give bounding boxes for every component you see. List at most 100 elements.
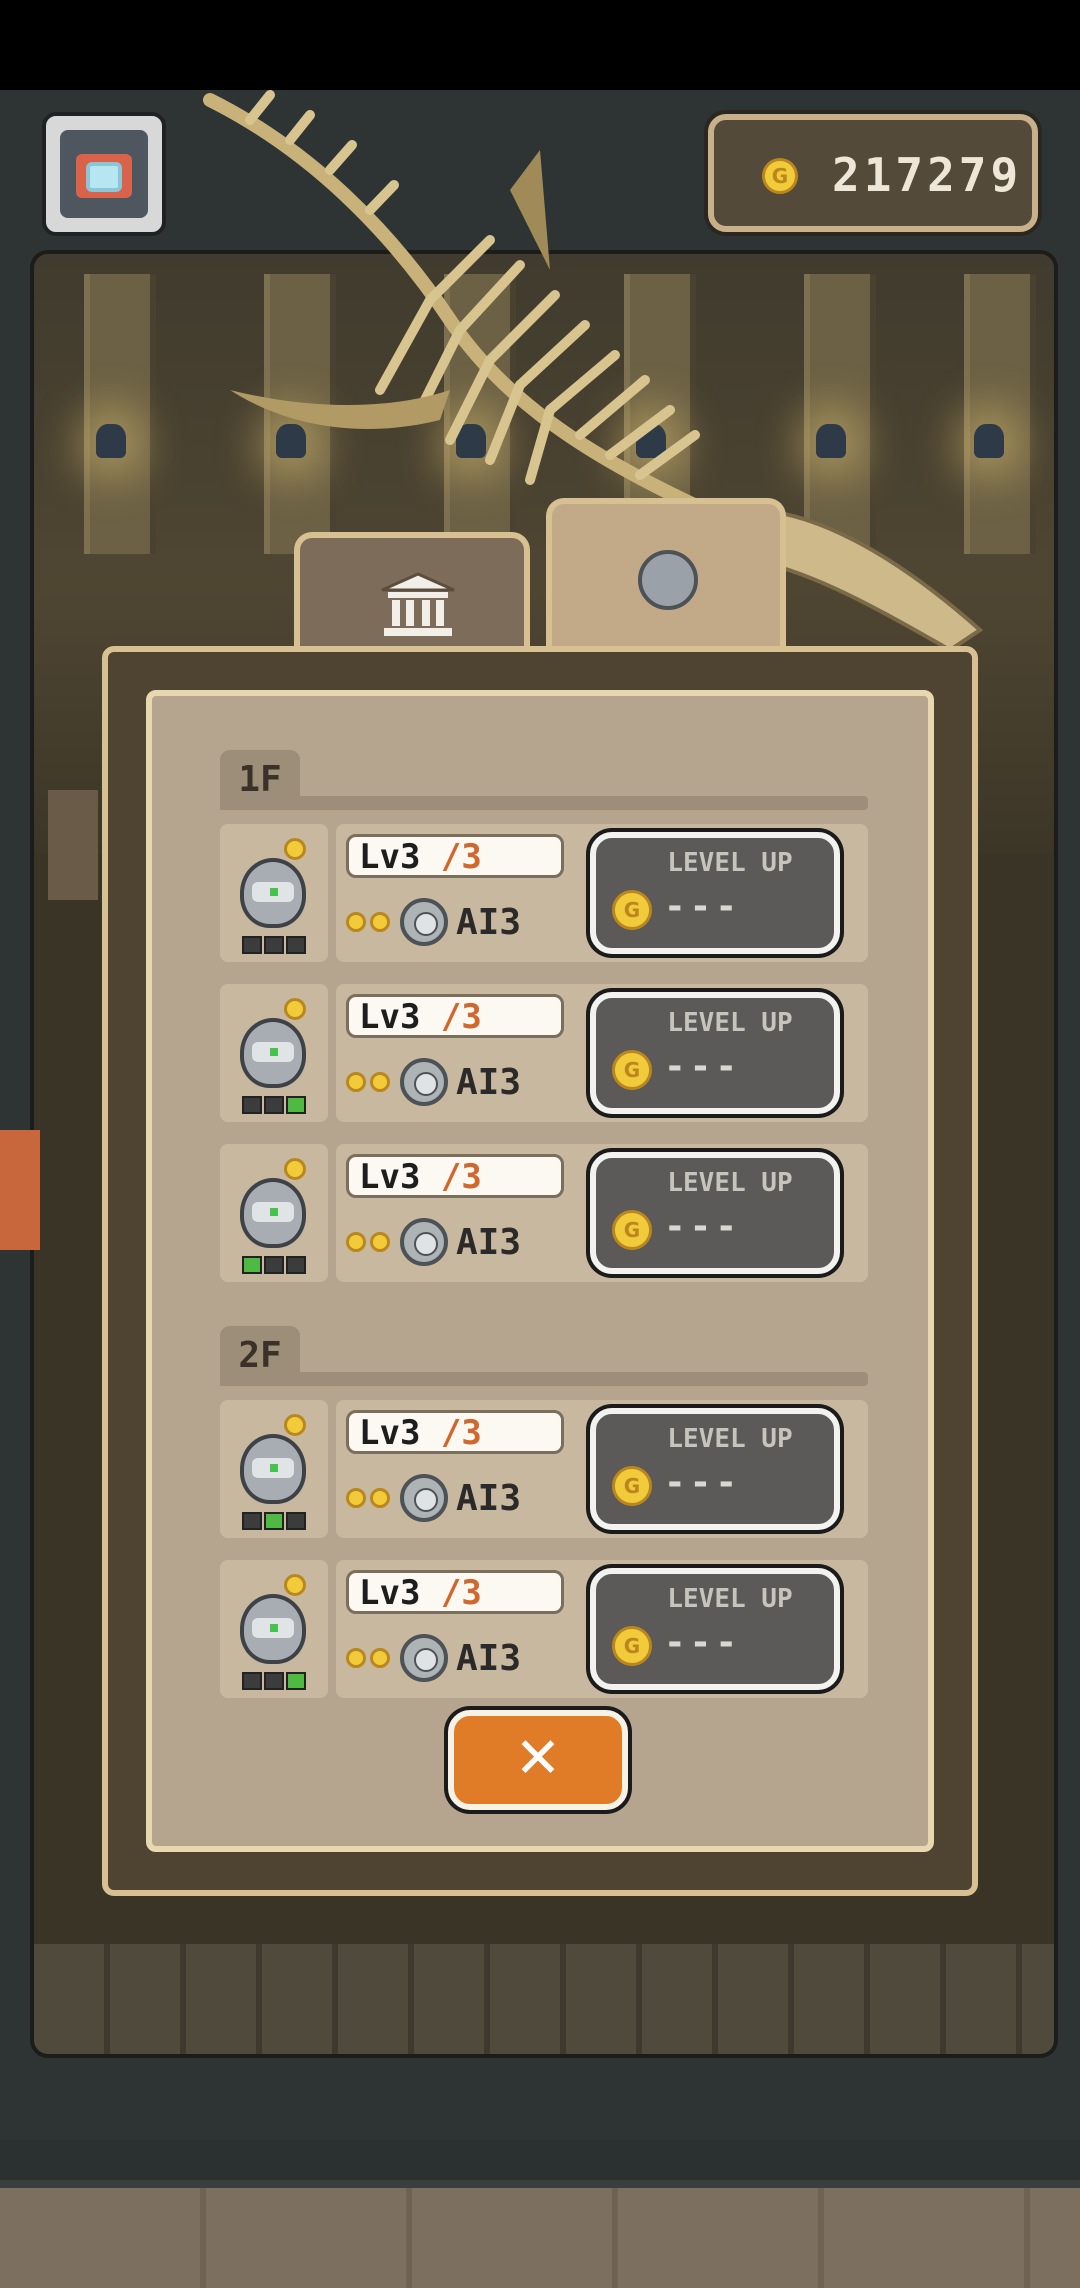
level-max: /3	[440, 997, 482, 1037]
coin-icon: G	[612, 890, 652, 930]
museum-icon	[381, 572, 455, 636]
level-up-button[interactable]: LEVEL UP G ---	[590, 832, 840, 954]
level-value: Lv3	[359, 1157, 421, 1197]
level-display: Lv3 /3	[346, 1410, 564, 1454]
level-up-button[interactable]: LEVEL UP G ---	[590, 1152, 840, 1274]
robot-info: Lv3 /3 AI3 LEVEL UP G ---	[336, 1560, 868, 1698]
coin-icon: G	[612, 1466, 652, 1506]
lamp-icon	[96, 424, 126, 458]
robot-status-dots	[242, 1672, 308, 1690]
hall-floor	[34, 1944, 1054, 2054]
status-dot	[264, 1512, 284, 1530]
level-up-price: ---	[664, 1622, 742, 1663]
robot-row: Lv3 /3 AI3 LEVEL UP G ---	[220, 1560, 868, 1698]
tab-museum[interactable]	[294, 532, 530, 662]
level-max: /3	[440, 1573, 482, 1613]
status-dot	[286, 1096, 306, 1114]
camera-icon	[60, 130, 148, 218]
status-dot	[286, 1672, 306, 1690]
status-dot	[286, 936, 306, 954]
visitor-character	[0, 1130, 40, 1250]
level-value: Lv3	[359, 1573, 421, 1613]
level-max: /3	[440, 1157, 482, 1197]
level-up-label: LEVEL UP	[667, 1424, 793, 1454]
camera-button[interactable]	[42, 112, 166, 236]
ai-stat: AI3	[346, 898, 546, 946]
ai-level: AI3	[456, 902, 522, 943]
robot-portrait	[220, 984, 328, 1122]
level-up-label: LEVEL UP	[667, 1584, 793, 1614]
floor-divider	[220, 796, 868, 810]
gear-icon	[400, 1058, 448, 1106]
level-display: Lv3 /3	[346, 834, 564, 878]
camera-lens	[86, 162, 122, 192]
upgrade-panel: 1F Lv3 /3 AI3 LEVEL UP G --- Lv3 /3 AI3 …	[102, 646, 978, 1896]
status-dot	[264, 936, 284, 954]
level-up-label: LEVEL UP	[667, 1008, 793, 1038]
status-dot	[242, 1096, 262, 1114]
gear-icon	[400, 1634, 448, 1682]
robot-icon	[240, 1178, 306, 1248]
robot-row: Lv3 /3 AI3 LEVEL UP G ---	[220, 1144, 868, 1282]
robot-row: Lv3 /3 AI3 LEVEL UP G ---	[220, 1400, 868, 1538]
level-display: Lv3 /3	[346, 994, 564, 1038]
level-up-price: ---	[664, 1046, 742, 1087]
floor-divider	[220, 1372, 868, 1386]
level-up-button[interactable]: LEVEL UP G ---	[590, 1568, 840, 1690]
gear-icon	[400, 898, 448, 946]
coin-icon	[370, 1232, 390, 1252]
coin-spark-icon	[284, 1414, 306, 1436]
status-dot	[286, 1512, 306, 1530]
robot-icon	[240, 1434, 306, 1504]
coin-icon	[370, 1072, 390, 1092]
robot-portrait	[220, 824, 328, 962]
ai-stat: AI3	[346, 1218, 546, 1266]
robot-status-dots	[242, 1256, 308, 1274]
tab-robot[interactable]	[546, 498, 786, 658]
level-value: Lv3	[359, 837, 421, 877]
status-bar	[0, 0, 1080, 90]
level-up-price: ---	[664, 1462, 742, 1503]
gear-icon	[400, 1474, 448, 1522]
coin-spark-icon	[284, 1158, 306, 1180]
level-up-button[interactable]: LEVEL UP G ---	[590, 1408, 840, 1530]
status-dot	[286, 1256, 306, 1274]
level-up-button[interactable]: LEVEL UP G ---	[590, 992, 840, 1114]
robot-info: Lv3 /3 AI3 LEVEL UP G ---	[336, 1400, 868, 1538]
close-button[interactable]: ✕	[448, 1710, 628, 1810]
ai-level: AI3	[456, 1222, 522, 1263]
pillar	[84, 274, 156, 554]
level-display: Lv3 /3	[346, 1570, 564, 1614]
level-max: /3	[440, 1413, 482, 1453]
robot-status-dots	[242, 936, 308, 954]
status-dot	[264, 1096, 284, 1114]
robot-icon	[240, 1018, 306, 1088]
coin-counter: G 217279	[708, 114, 1038, 232]
coin-icon	[346, 1488, 366, 1508]
coin-icon: G	[612, 1626, 652, 1666]
level-display: Lv3 /3	[346, 1154, 564, 1198]
coin-icon	[346, 912, 366, 932]
coin-icon: G	[762, 158, 798, 194]
level-up-price: ---	[664, 1206, 742, 1247]
robot-icon	[638, 550, 698, 610]
floor-header-1f: 1F	[220, 750, 868, 810]
coin-icon: G	[612, 1210, 652, 1250]
level-up-price: ---	[664, 886, 742, 927]
status-dot	[242, 1512, 262, 1530]
ai-stat: AI3	[346, 1474, 546, 1522]
coin-icon	[346, 1072, 366, 1092]
robot-info: Lv3 /3 AI3 LEVEL UP G ---	[336, 824, 868, 962]
robot-info: Lv3 /3 AI3 LEVEL UP G ---	[336, 1144, 868, 1282]
level-value: Lv3	[359, 997, 421, 1037]
robot-icon	[240, 858, 306, 928]
level-up-label: LEVEL UP	[667, 1168, 793, 1198]
coin-icon	[346, 1232, 366, 1252]
floor-header-2f: 2F	[220, 1326, 868, 1386]
status-dot	[264, 1256, 284, 1274]
status-dot	[242, 1672, 262, 1690]
coin-spark-icon	[284, 998, 306, 1020]
upgrade-panel-inner: 1F Lv3 /3 AI3 LEVEL UP G --- Lv3 /3 AI3 …	[146, 690, 934, 1852]
robot-portrait	[220, 1400, 328, 1538]
robot-portrait	[220, 1560, 328, 1698]
